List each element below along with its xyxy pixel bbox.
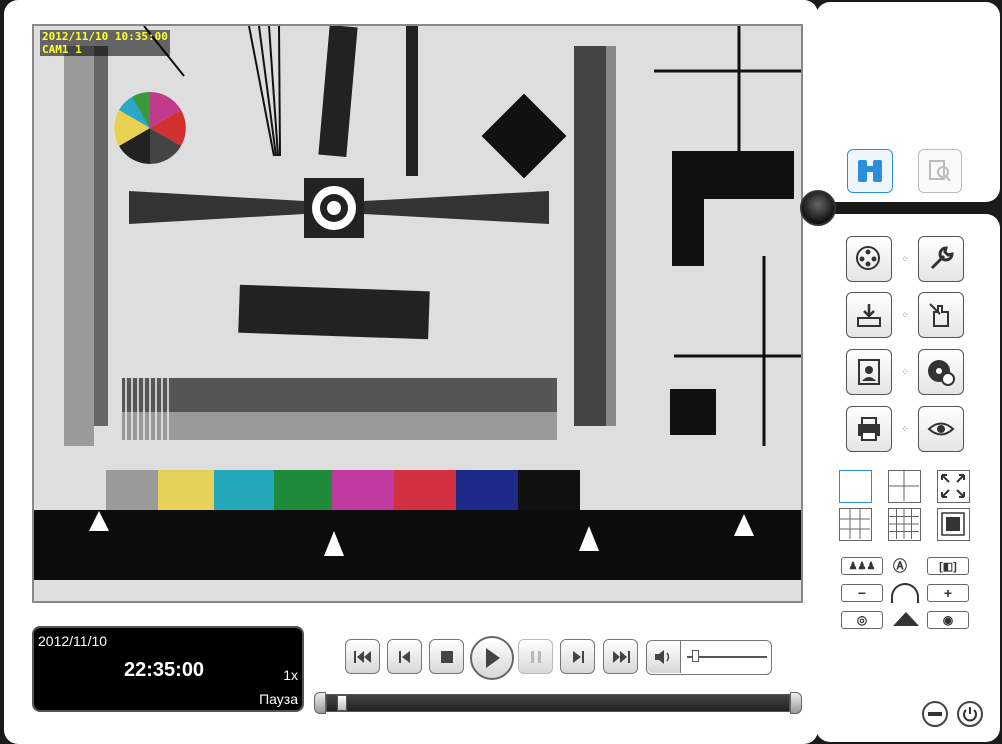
seek-thumb[interactable] bbox=[337, 695, 348, 711]
smart-search-button[interactable] bbox=[918, 149, 962, 193]
frame-icon: [◧] bbox=[939, 560, 957, 573]
grid-3x3-icon bbox=[840, 509, 870, 539]
disc-burn-button[interactable] bbox=[918, 349, 964, 395]
download-tray-icon bbox=[857, 304, 881, 327]
clock-time: 22:35:00 bbox=[124, 659, 205, 681]
pause-button[interactable] bbox=[518, 639, 553, 674]
film-reel-icon bbox=[856, 246, 880, 270]
stop-icon bbox=[440, 650, 453, 663]
video-osd: 2012/11/10 10:35:00 CAM1 1 bbox=[40, 30, 170, 56]
play-button[interactable] bbox=[470, 636, 514, 680]
skip-start-icon bbox=[353, 650, 371, 663]
search-mode-button[interactable] bbox=[847, 149, 893, 193]
test-chart-image bbox=[34, 26, 801, 601]
plus-icon: + bbox=[943, 585, 953, 601]
separator-dots-icon: ⁘ bbox=[901, 367, 909, 377]
step-back-button[interactable] bbox=[387, 639, 422, 674]
skip-end-icon bbox=[612, 650, 630, 663]
step-back-icon bbox=[398, 650, 410, 663]
volume-control[interactable] bbox=[646, 640, 772, 675]
grid-2x2-icon bbox=[889, 471, 919, 501]
minus-circle-icon bbox=[928, 712, 942, 716]
separator-dots-icon: ⁘ bbox=[901, 310, 909, 320]
skip-to-end-button[interactable] bbox=[603, 639, 638, 674]
speaker-icon bbox=[654, 650, 669, 664]
disc-burn-icon bbox=[928, 360, 955, 386]
playback-clock: 2012/11/10 22:35:00 1x Пауза bbox=[32, 626, 304, 712]
printer-icon bbox=[858, 417, 880, 441]
separator-dots-icon: ⁘ bbox=[901, 254, 909, 264]
preset-up-icon[interactable] bbox=[893, 612, 919, 626]
play-icon bbox=[486, 648, 500, 668]
binoculars-icon bbox=[858, 160, 882, 182]
step-forward-button[interactable] bbox=[560, 639, 595, 674]
layout-3x3-button[interactable] bbox=[839, 508, 872, 541]
fullscreen-button[interactable] bbox=[937, 470, 970, 503]
annotate-button[interactable] bbox=[918, 292, 964, 338]
layout-1x1-button[interactable] bbox=[839, 470, 872, 503]
mode-panel bbox=[816, 2, 1000, 202]
stop-button[interactable] bbox=[429, 639, 464, 674]
osd-timestamp: 2012/11/10 10:35:00 bbox=[42, 30, 168, 43]
zoom-people-button[interactable]: ♟♟♟ bbox=[841, 557, 883, 575]
fit-icon bbox=[941, 512, 965, 536]
pause-icon bbox=[530, 650, 541, 663]
export-button[interactable] bbox=[846, 292, 892, 338]
auto-focus-icon[interactable]: Ⓐ bbox=[893, 556, 917, 576]
user-report-button[interactable] bbox=[846, 349, 892, 395]
decrease-button[interactable]: − bbox=[841, 584, 883, 602]
eye-icon bbox=[927, 422, 955, 436]
increase-button[interactable]: + bbox=[927, 584, 969, 602]
playback-file-button[interactable] bbox=[846, 236, 892, 282]
layout-2x2-button[interactable] bbox=[888, 470, 921, 503]
speaker-button[interactable] bbox=[647, 641, 681, 673]
print-button[interactable] bbox=[846, 406, 892, 452]
fit-frame-button[interactable]: [◧] bbox=[927, 557, 969, 575]
smart-search-icon bbox=[929, 160, 951, 182]
seek-left-cap bbox=[314, 692, 326, 714]
focus-near-button[interactable]: ◎ bbox=[841, 611, 883, 629]
hand-pen-icon bbox=[929, 303, 949, 327]
target-dot-icon: ◉ bbox=[942, 613, 954, 627]
settings-button[interactable] bbox=[918, 236, 964, 282]
minimize-button[interactable] bbox=[922, 701, 948, 727]
playback-status: Пауза bbox=[259, 691, 298, 707]
seek-right-cap bbox=[790, 692, 802, 714]
step-forward-icon bbox=[572, 650, 584, 663]
seek-track[interactable] bbox=[326, 694, 790, 712]
wrench-icon bbox=[930, 246, 954, 270]
minus-icon: − bbox=[857, 585, 867, 601]
volume-slider-thumb[interactable] bbox=[692, 650, 699, 662]
user-document-icon bbox=[858, 359, 880, 385]
view-button[interactable] bbox=[918, 406, 964, 452]
grid-4x4-icon bbox=[889, 509, 919, 539]
separator-dots-icon: ⁘ bbox=[901, 424, 909, 434]
volume-track[interactable] bbox=[687, 656, 767, 658]
video-viewport[interactable]: 2012/11/10 10:35:00 CAM1 1 bbox=[32, 24, 803, 603]
expand-icon bbox=[941, 474, 965, 498]
target-ring-icon: ◎ bbox=[856, 613, 868, 627]
osd-camera-name: CAM1 1 bbox=[42, 43, 82, 56]
fit-window-button[interactable] bbox=[937, 508, 970, 541]
people-icon: ♟♟♟ bbox=[848, 560, 876, 572]
skip-to-start-button[interactable] bbox=[345, 639, 380, 674]
power-button[interactable] bbox=[957, 701, 983, 727]
playback-speed: 1x bbox=[283, 667, 298, 683]
power-icon bbox=[963, 707, 977, 722]
clock-date: 2012/11/10 bbox=[38, 633, 108, 649]
layout-4x4-button[interactable] bbox=[888, 508, 921, 541]
camera-knob-icon[interactable] bbox=[800, 190, 836, 226]
seek-bar[interactable] bbox=[314, 692, 802, 714]
focus-far-button[interactable]: ◉ bbox=[927, 611, 969, 629]
gauge-icon bbox=[891, 583, 919, 603]
